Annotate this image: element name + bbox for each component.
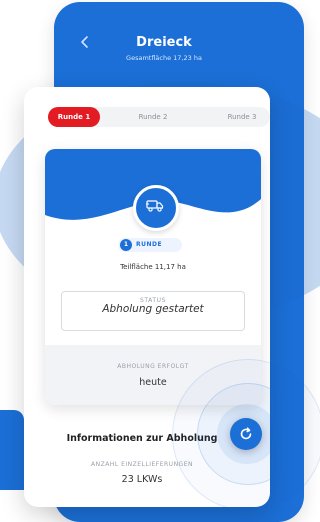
refresh-icon — [240, 427, 252, 440]
page-title: Dreieck — [136, 35, 192, 50]
page-subtitle: Gesamtfläche 17,23 ha — [126, 54, 202, 62]
tab-runde-3[interactable]: Runde 3 — [216, 107, 268, 127]
partial-area: Teilfläche 11,17 ha — [120, 263, 186, 271]
status-field: STATUS Abholung gestartet — [61, 291, 245, 331]
round-tabs: Runde 1 Runde 2 Runde 3 — [48, 107, 270, 127]
round-label: RUNDE — [136, 241, 163, 248]
round-badge: 1 RUNDE — [118, 238, 182, 252]
decorative-shape — [0, 410, 24, 490]
tab-runde-2[interactable]: Runde 2 — [128, 107, 178, 127]
round-number: 1 — [120, 239, 132, 251]
truck-icon — [146, 200, 164, 212]
tab-runde-1[interactable]: Runde 1 — [48, 107, 100, 127]
status-value: Abholung gestartet — [102, 303, 204, 315]
truck-badge — [133, 185, 179, 231]
refresh-button[interactable] — [230, 418, 262, 450]
